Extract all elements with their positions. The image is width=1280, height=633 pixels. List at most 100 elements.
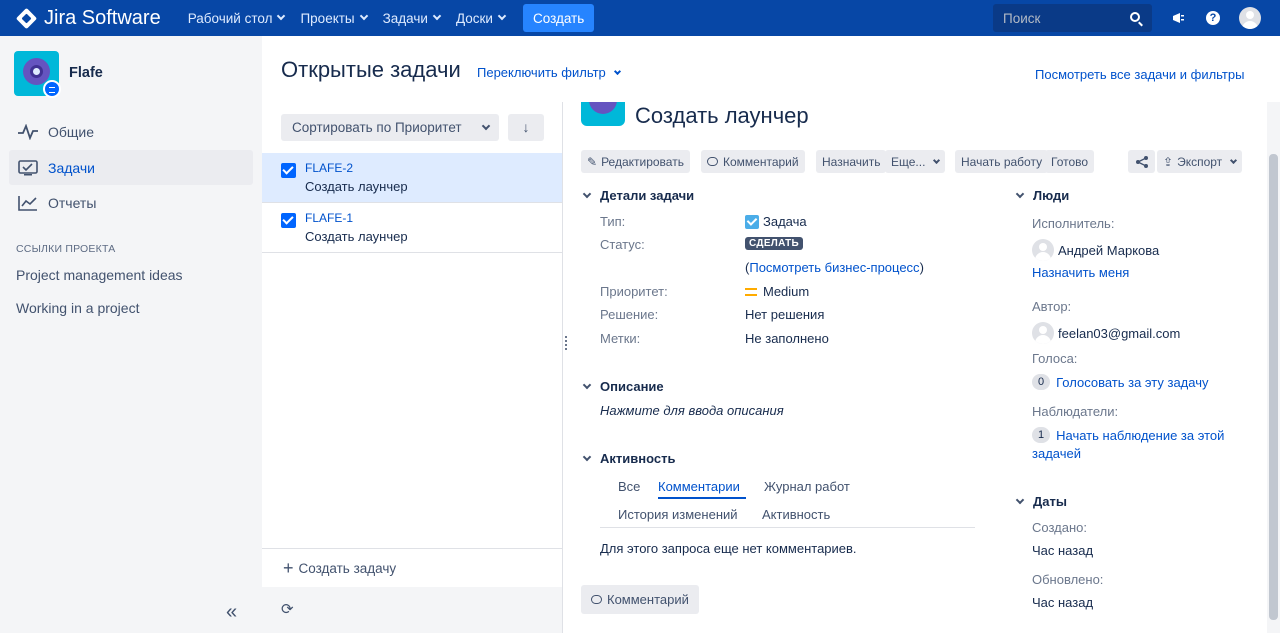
nav-projects-label: Проекты <box>300 10 355 26</box>
add-comment-button[interactable]: Комментарий <box>581 585 699 614</box>
comment-icon <box>707 157 718 166</box>
comment-icon <box>591 595 602 604</box>
people-heading: Люди <box>1033 188 1070 203</box>
search-input[interactable]: Поиск <box>993 4 1152 32</box>
watchers-label: Наблюдатели: <box>1032 404 1119 419</box>
watch-link[interactable]: Начать наблюдение за этой <box>1056 428 1224 443</box>
search-icon <box>1130 12 1140 22</box>
collapse-sidebar-icon[interactable]: « <box>226 601 237 624</box>
issue-row[interactable]: FLAFE-2 Создать лаунчер <box>262 153 562 203</box>
issue-key[interactable]: FLAFE-2 <box>305 161 353 175</box>
nav-boards[interactable]: Доски <box>448 0 513 36</box>
sidebar-item-summary[interactable]: Общие <box>9 114 253 149</box>
export-icon: ⇪ <box>1163 154 1174 169</box>
assignee-value[interactable]: Андрей Маркова <box>1032 239 1159 261</box>
people-section-toggle[interactable]: Люди <box>1014 188 1069 203</box>
nav-issues[interactable]: Задачи <box>375 0 448 36</box>
assign-to-me-link[interactable]: Назначить меня <box>1032 265 1129 280</box>
assign-button[interactable]: Назначить <box>816 150 887 173</box>
chevron-down-icon <box>582 452 592 461</box>
votes-count: 0 <box>1032 374 1051 390</box>
share-button[interactable] <box>1128 150 1155 173</box>
scrollbar-thumb[interactable] <box>1269 154 1278 620</box>
refresh-icon[interactable]: ⟳ <box>281 600 294 618</box>
description-field[interactable]: Нажмите для ввода описания <box>600 403 784 418</box>
task-type-icon <box>281 163 296 178</box>
service-badge-icon <box>43 80 61 98</box>
chevron-down-icon <box>1230 156 1238 164</box>
sort-direction-button[interactable]: ↓ <box>508 114 544 141</box>
chevron-down-icon <box>277 11 286 21</box>
list-bottom-bar: ⟳ <box>262 587 562 633</box>
export-label: Экспорт <box>1177 154 1223 169</box>
priority-medium-icon <box>745 287 757 296</box>
more-button[interactable]: Еще... <box>885 150 946 173</box>
tab-activity[interactable]: Активность <box>762 507 830 522</box>
done-button[interactable]: Готово <box>1045 150 1095 173</box>
chevron-down-icon <box>497 11 507 21</box>
jira-logo[interactable]: Jira Software <box>15 6 161 30</box>
tab-history[interactable]: История изменений <box>618 507 738 522</box>
reporter-value[interactable]: feelan03@gmail.com <box>1032 322 1180 344</box>
chevron-down-icon <box>613 67 621 75</box>
issue-key[interactable]: FLAFE-1 <box>305 211 353 225</box>
issue-row[interactable]: FLAFE-1 Создать лаунчер <box>262 203 562 253</box>
start-progress-button[interactable]: Начать работу <box>955 150 1049 173</box>
edit-button[interactable]: ✎ Редактировать <box>581 150 690 173</box>
nav-dashboard[interactable]: Рабочий стол <box>180 0 293 36</box>
created-value: Час назад <box>1032 543 1094 558</box>
chevron-down-icon <box>432 11 442 21</box>
tab-worklog[interactable]: Журнал работ <box>764 479 850 494</box>
pencil-icon: ✎ <box>587 154 598 169</box>
issue-title[interactable]: Создать лаунчер <box>635 103 809 129</box>
project-link-2[interactable]: Working in a project <box>16 300 139 316</box>
sidebar-item-label: Задачи <box>48 159 96 176</box>
sort-dropdown[interactable]: Сортировать по Приоритет <box>281 114 499 141</box>
search-placeholder: Поиск <box>1003 10 1041 26</box>
help-icon[interactable]: ? <box>1206 11 1220 25</box>
user-avatar[interactable] <box>1239 7 1261 29</box>
issue-summary: Создать лаунчер <box>305 179 408 194</box>
project-links-heading: ССЫЛКИ ПРОЕКТА <box>16 243 116 255</box>
tab-comments[interactable]: Комментарии <box>658 479 740 494</box>
project-link-1[interactable]: Project management ideas <box>16 267 183 283</box>
comment-toolbar-button[interactable]: Комментарий <box>701 150 805 173</box>
megaphone-icon[interactable] <box>1170 9 1188 27</box>
create-button[interactable]: Создать <box>522 4 595 32</box>
sidebar-item-issues[interactable]: Задачи <box>9 150 253 185</box>
export-button[interactable]: ⇪ Экспорт <box>1157 150 1243 173</box>
logo-text: Jira Software <box>44 6 161 29</box>
detail-scrollbar[interactable] <box>1267 102 1280 633</box>
view-all-link[interactable]: Посмотреть все задачи и фильтры <box>1035 67 1244 82</box>
issue-summary: Создать лаунчер <box>305 229 408 244</box>
watch-link-continued[interactable]: задачей <box>1032 446 1081 461</box>
nav-issues-label: Задачи <box>382 10 428 26</box>
type-text: Задача <box>763 214 807 229</box>
status-value: СДЕЛАТЬ <box>745 237 804 250</box>
dates-section-toggle[interactable]: Даты <box>1014 494 1067 509</box>
activity-section-toggle[interactable]: Активность <box>581 451 675 466</box>
priority-label: Приоритет: <box>600 284 668 299</box>
nav-projects[interactable]: Проекты <box>292 0 374 36</box>
jira-diamond-icon <box>15 7 38 29</box>
labels-value[interactable]: Не заполнено <box>745 331 829 346</box>
project-name[interactable]: Flafe <box>69 65 103 81</box>
top-menu: Рабочий стол Проекты Задачи Доски <box>180 0 513 36</box>
share-icon <box>1135 155 1148 168</box>
pulse-icon <box>17 123 39 141</box>
resolution-label: Решение: <box>600 307 659 322</box>
create-issue-button[interactable]: + Создать задачу <box>262 548 562 587</box>
votes-label: Голоса: <box>1032 351 1078 366</box>
sidebar-item-reports[interactable]: Отчеты <box>9 185 253 220</box>
switch-filter-button[interactable]: Переключить фильтр <box>477 65 621 80</box>
reporter-label: Автор: <box>1032 299 1072 314</box>
description-section-toggle[interactable]: Описание <box>581 379 664 394</box>
tab-all[interactable]: Все <box>618 479 640 494</box>
issue-list-panel: Сортировать по Приоритет ↓ FLAFE-2 Созда… <box>262 102 563 633</box>
view-workflow-link[interactable]: Посмотреть бизнес-процесс <box>749 260 919 275</box>
labels-label: Метки: <box>600 331 641 346</box>
switch-filter-label: Переключить фильтр <box>477 65 606 80</box>
details-section-toggle[interactable]: Детали задачи <box>581 188 694 203</box>
vote-link[interactable]: Голосовать за эту задачу <box>1056 375 1208 390</box>
created-label: Создано: <box>1032 520 1087 535</box>
